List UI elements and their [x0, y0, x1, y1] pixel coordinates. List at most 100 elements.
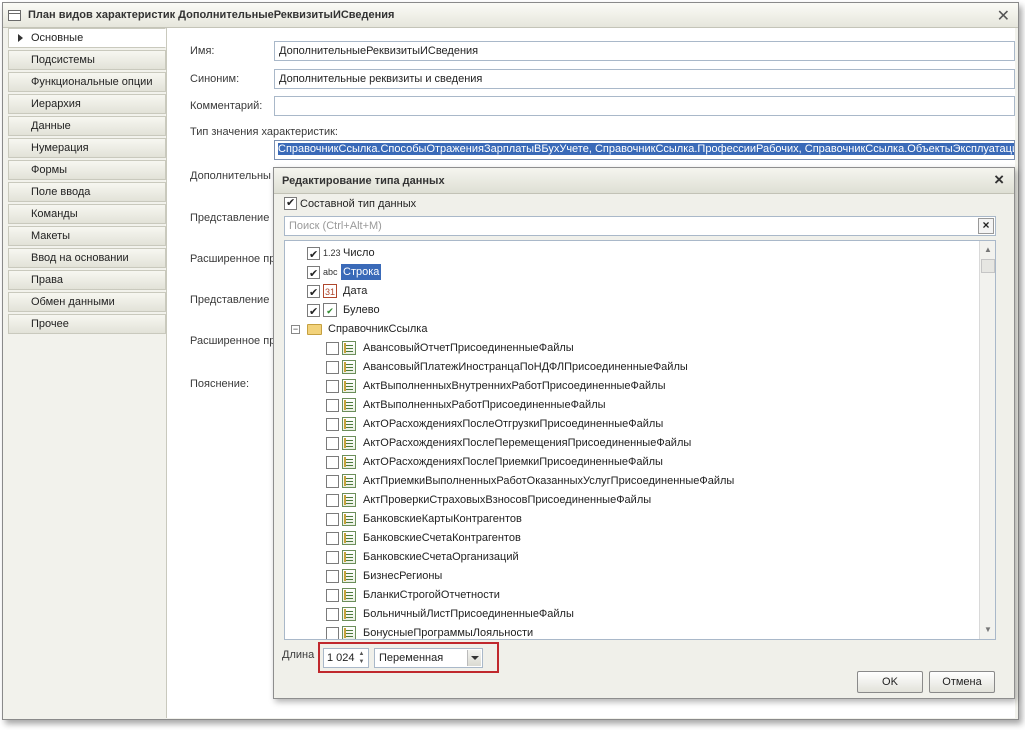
composite-checkbox-box[interactable] — [284, 196, 297, 210]
window-titlebar: План видов характеристик ДополнительныеР… — [3, 3, 1018, 28]
sidebar-item[interactable]: Команды — [8, 204, 166, 224]
tree-row-checkbox[interactable] — [326, 494, 339, 507]
tree-row-checkbox[interactable] — [326, 437, 339, 450]
length-highlight: 1 024 ▲ ▼ Переменная — [318, 642, 499, 673]
folder-icon — [307, 324, 322, 335]
sidebar-item[interactable]: Функциональные опции — [8, 72, 166, 92]
name-field[interactable]: ДополнительныеРеквизитыИСведения — [274, 41, 1015, 61]
tree-row-checkbox[interactable] — [326, 342, 339, 355]
tree-row-label: АктОРасхожденияхПослеПриемкиПрисоединенн… — [363, 456, 663, 468]
catalog-ref-icon — [342, 569, 356, 583]
dialog-close-icon[interactable]: × — [994, 170, 1004, 190]
sidebar-item[interactable]: Подсистемы — [8, 50, 166, 70]
sidebar-item[interactable]: Ввод на основании — [8, 248, 166, 268]
sidebar-item-label: Обмен данными — [31, 296, 115, 308]
composite-type-checkbox[interactable]: Составной тип данных — [284, 196, 416, 210]
sidebar-item[interactable]: Иерархия — [8, 94, 166, 114]
tree-row-checkbox[interactable] — [326, 456, 339, 469]
list-representation-label: Представление — [190, 294, 270, 306]
catalog-ref-icon — [342, 588, 356, 602]
sidebar-item[interactable]: Обмен данными — [8, 292, 166, 312]
tree-row-checkbox[interactable] — [307, 303, 320, 322]
extended-representation-label: Расширенное пр — [190, 253, 276, 265]
catalog-ref-icon — [342, 607, 356, 621]
sidebar-item[interactable]: Основные — [8, 28, 166, 48]
scroll-up-icon[interactable]: ▲ — [981, 243, 995, 257]
chevron-down-icon[interactable] — [467, 650, 481, 666]
window-close-icon[interactable]: ✕ — [997, 6, 1010, 26]
tree-row-checkbox[interactable] — [307, 246, 320, 265]
sidebar-item-label: Иерархия — [31, 98, 81, 110]
tree-row-checkbox[interactable] — [326, 551, 339, 564]
tree-scrollbar[interactable]: ▲ ▼ — [979, 241, 995, 639]
search-placeholder: Поиск (Ctrl+Alt+M) — [289, 220, 382, 232]
date-icon: 31 — [323, 284, 337, 298]
sidebar-item-label: Права — [31, 274, 63, 286]
tree-row-checkbox[interactable] — [307, 265, 320, 284]
number-icon: 1.23 — [323, 248, 341, 258]
catalog-ref-icon — [342, 626, 356, 639]
cancel-button[interactable]: Отмена — [929, 671, 995, 693]
explanation-label: Пояснение: — [190, 378, 250, 390]
tree-row-label: БонусныеПрограммыЛояльности — [363, 627, 534, 639]
dialog-title: Редактирование типа данных — [282, 175, 445, 187]
sidebar-item-label: Основные — [31, 32, 84, 44]
catalog-ref-icon — [342, 474, 356, 488]
sidebar-item[interactable]: Прочее — [8, 314, 166, 334]
sidebar-empty-area — [8, 338, 166, 718]
length-mode-select[interactable]: Переменная — [374, 648, 483, 668]
sidebar-item-label: Ввод на основании — [31, 252, 129, 264]
scroll-down-icon[interactable]: ▼ — [981, 623, 995, 637]
sidebar-item[interactable]: Поле ввода — [8, 182, 166, 202]
tree-row-checkbox[interactable] — [326, 361, 339, 374]
sidebar-item-label: Данные — [31, 120, 71, 132]
tree-row-checkbox[interactable] — [326, 513, 339, 526]
tree-row-checkbox[interactable] — [326, 570, 339, 583]
synonym-field[interactable]: Дополнительные реквизиты и сведения — [274, 69, 1015, 89]
sidebar-item[interactable]: Нумерация — [8, 138, 166, 158]
tree-row-checkbox[interactable] — [326, 608, 339, 621]
length-mode-value: Переменная — [379, 652, 444, 664]
tree-row-label: АктПроверкиСтраховыхВзносовПрисоединенны… — [363, 494, 652, 506]
type-field[interactable]: СправочникСсылка.СпособыОтраженияЗарплат… — [274, 140, 1015, 160]
tree-row-checkbox[interactable] — [326, 418, 339, 431]
string-icon: abc — [323, 267, 338, 277]
tree-row-label: БанковскиеСчетаКонтрагентов — [363, 532, 521, 544]
sidebar-item-label: Нумерация — [31, 142, 89, 154]
tree-group-label: СправочникСсылка — [328, 323, 428, 335]
clear-search-icon[interactable]: × — [978, 218, 994, 234]
search-input[interactable]: Поиск (Ctrl+Alt+M) × — [284, 216, 996, 236]
tree-row-checkbox[interactable] — [326, 589, 339, 602]
sidebar-item[interactable]: Макеты — [8, 226, 166, 246]
tree-row-checkbox[interactable] — [326, 380, 339, 393]
type-label: Тип значения характеристик: — [190, 126, 338, 138]
sidebar-item[interactable]: Формы — [8, 160, 166, 180]
name-label: Имя: — [190, 45, 215, 57]
tree-row-label: АктОРасхожденияхПослеОтгрузкиПрисоединен… — [363, 418, 664, 430]
tree-row-checkbox[interactable] — [326, 532, 339, 545]
catalog-ref-icon — [342, 550, 356, 564]
tree-row-label: АктВыполненныхРаботПрисоединенныеФайлы — [363, 399, 606, 411]
ok-button[interactable]: OK — [857, 671, 923, 693]
length-label: Длина — [282, 649, 315, 661]
active-arrow-icon — [18, 34, 23, 42]
sidebar-item-label: Поле ввода — [31, 186, 91, 198]
length-input[interactable]: 1 024 ▲ ▼ — [323, 648, 369, 668]
catalog-ref-icon — [342, 379, 356, 393]
comment-label: Комментарий: — [190, 100, 263, 112]
tree-row-checkbox[interactable] — [326, 627, 339, 639]
tree-row-checkbox[interactable] — [307, 284, 320, 303]
scroll-thumb[interactable] — [981, 259, 995, 273]
catalog-ref-icon — [342, 531, 356, 545]
tree-row-label: АвансовыйПлатежИностранцаПоНДФЛПрисоедин… — [363, 361, 688, 373]
tree-row-checkbox[interactable] — [326, 475, 339, 488]
length-spinner-icon[interactable]: ▲ ▼ — [356, 650, 367, 666]
sidebar-item[interactable]: Права — [8, 270, 166, 290]
comment-field[interactable] — [274, 96, 1015, 116]
dialog-titlebar: Редактирование типа данных × — [274, 168, 1014, 194]
sidebar-item[interactable]: Данные — [8, 116, 166, 136]
tree-row-checkbox[interactable] — [326, 399, 339, 412]
collapse-icon[interactable]: − — [291, 325, 300, 334]
synonym-label: Синоним: — [190, 73, 240, 85]
boolean-icon: ✔ — [323, 303, 337, 317]
